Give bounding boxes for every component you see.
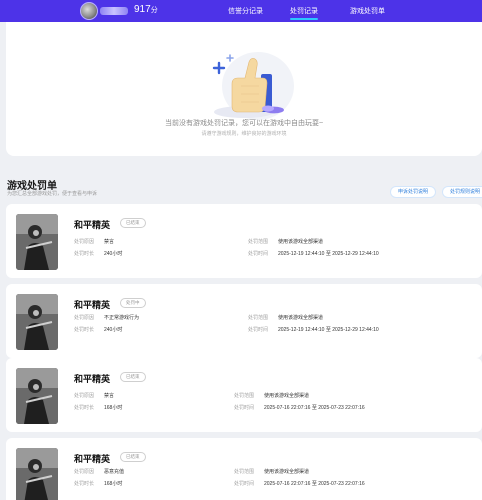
scope-value: 使用该游戏全部渠道 <box>278 315 324 321</box>
empty-state-panel: 当前没有游戏处罚记录，您可以在游戏中自由玩耍~ 请遵守游戏规则，维护良好的游戏环… <box>6 22 482 156</box>
time-label: 处罚时间 <box>248 251 269 257</box>
score-unit: 分 <box>150 7 158 14</box>
scope-value: 使用该游戏全部渠道 <box>264 393 310 399</box>
scope-label: 处罚范围 <box>234 469 255 475</box>
status-badge: 处罚中 <box>120 298 146 308</box>
duration-label: 处罚时长 <box>74 327 95 333</box>
game-thumbnail <box>16 214 58 270</box>
reason-label: 处罚原因 <box>74 239 95 245</box>
reason-label: 处罚原因 <box>74 315 95 321</box>
active-tab-indicator <box>290 18 318 20</box>
thumbs-up-illustration-icon <box>212 52 294 120</box>
game-name: 和平精英 <box>74 374 111 384</box>
avatar[interactable] <box>80 2 98 20</box>
username-redacted <box>100 7 128 15</box>
penalty-rules-button[interactable]: 处罚规则说明 <box>442 186 482 198</box>
duration-value: 168小时 <box>104 481 123 487</box>
penalty-card[interactable]: 和平精英 已结束 处罚原因 恶意充值 处罚时长 168小时 处罚范围 使用该游戏… <box>6 438 482 500</box>
game-thumbnail <box>16 448 58 500</box>
duration-label: 处罚时长 <box>74 405 95 411</box>
time-value: 2025-12-19 12:44:10 至 2025-12-29 12:44:1… <box>278 327 379 333</box>
soldier-image-icon <box>16 294 58 350</box>
reason-label: 处罚原因 <box>74 393 95 399</box>
duration-value: 168小时 <box>104 405 123 411</box>
scope-value: 使用该游戏全部渠道 <box>278 239 324 245</box>
tab-credit-record[interactable]: 信誉分记录 <box>228 6 263 16</box>
scope-label: 处罚范围 <box>248 315 269 321</box>
scope-label: 处罚范围 <box>248 239 269 245</box>
penalty-card[interactable]: 和平精英 已结束 处罚原因 禁言 处罚时长 168小时 处罚范围 使用该游戏全部… <box>6 358 482 432</box>
status-badge: 已结束 <box>120 372 146 382</box>
credit-score: 917分 <box>134 4 158 15</box>
penalty-card[interactable]: 和平精英 已结束 处罚原因 禁言 处罚时长 240小时 处罚范围 使用该游戏全部… <box>6 204 482 278</box>
penalty-card[interactable]: 和平精英 处罚中 处罚原因 不正常游戏行为 处罚时长 240小时 处罚范围 使用… <box>6 284 482 358</box>
status-badge: 已结束 <box>120 452 146 462</box>
time-value: 2025-12-19 12:44:10 至 2025-12-29 12:44:1… <box>278 251 379 257</box>
duration-label: 处罚时长 <box>74 251 95 257</box>
soldier-image-icon <box>16 368 58 424</box>
time-label: 处罚时间 <box>248 327 269 333</box>
top-bar: 917分 信誉分记录 处罚记录 游戏处罚单 <box>0 0 482 22</box>
status-badge: 已结束 <box>120 218 146 228</box>
game-thumbnail <box>16 368 58 424</box>
tab-penalty-list[interactable]: 游戏处罚单 <box>350 6 385 16</box>
game-name: 和平精英 <box>74 220 111 230</box>
reason-value: 禁言 <box>104 393 115 399</box>
time-label: 处罚时间 <box>234 405 255 411</box>
duration-value: 240小时 <box>104 327 123 333</box>
reason-value: 不正常游戏行为 <box>104 315 140 321</box>
empty-state-message: 当前没有游戏处罚记录，您可以在游戏中自由玩耍~ <box>164 120 324 127</box>
time-label: 处罚时间 <box>234 481 255 487</box>
empty-state-submessage: 请遵守游戏规则，维护良好的游戏环境 <box>201 131 287 137</box>
tab-penalty-record[interactable]: 处罚记录 <box>290 6 318 16</box>
game-thumbnail <box>16 294 58 350</box>
soldier-image-icon <box>16 214 58 270</box>
reason-value: 恶意充值 <box>104 469 125 475</box>
section-subtitle: 为您汇总全部游戏处罚，便于查看与申诉 <box>7 191 98 197</box>
scope-label: 处罚范围 <box>234 393 255 399</box>
scope-value: 使用该游戏全部渠道 <box>264 469 310 475</box>
game-name: 和平精英 <box>74 300 111 310</box>
duration-value: 240小时 <box>104 251 123 257</box>
appeal-explanation-button[interactable]: 申诉处罚说明 <box>390 186 436 198</box>
duration-label: 处罚时长 <box>74 481 95 487</box>
soldier-image-icon <box>16 448 58 500</box>
game-name: 和平精英 <box>74 454 111 464</box>
score-value: 917 <box>134 4 151 15</box>
reason-value: 禁言 <box>104 239 115 245</box>
time-value: 2025-07-16 22:07:16 至 2025-07-23 22:07:1… <box>264 405 365 411</box>
time-value: 2025-07-16 22:07:16 至 2025-07-23 22:07:1… <box>264 481 365 487</box>
reason-label: 处罚原因 <box>74 469 95 475</box>
